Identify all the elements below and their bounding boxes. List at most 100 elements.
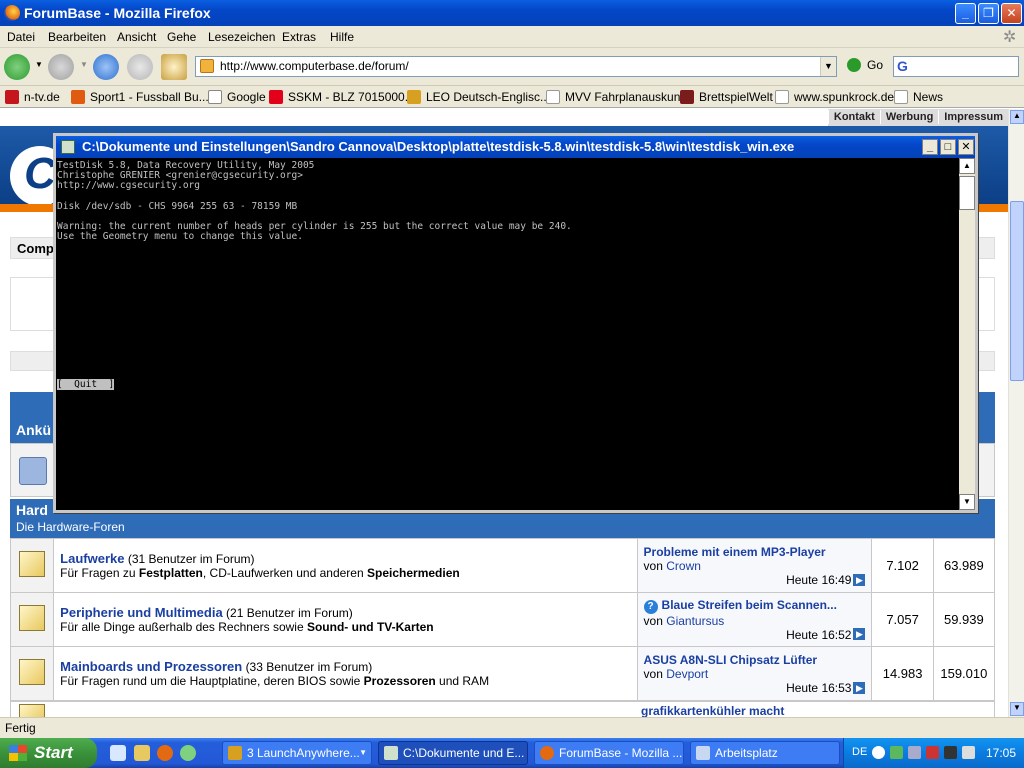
minimize-button[interactable]: _ [955, 3, 976, 24]
forum-name[interactable]: Mainboards und Prozessoren [60, 659, 242, 674]
menu-ansicht[interactable]: Ansicht [117, 30, 156, 44]
window-title: ForumBase - Mozilla Firefox [24, 5, 211, 21]
nav-werbung[interactable]: Werbung [879, 110, 938, 124]
bookmark-label: LEO Deutsch-Englisc... [426, 90, 551, 104]
menu-hilfe[interactable]: Hilfe [330, 30, 354, 44]
show-desktop-icon[interactable] [110, 745, 126, 761]
forum-desc-bold: Festplatten [138, 566, 203, 580]
last-post-author[interactable]: Crown [666, 559, 701, 573]
menu-extras[interactable]: Extras [282, 30, 316, 44]
back-icon[interactable] [4, 54, 30, 80]
quit-button[interactable]: [ Quit ] [57, 379, 115, 390]
bookmark-sport1[interactable]: Sport1 - Fussball Bu... [71, 90, 209, 104]
page-scrollbar[interactable]: ▲ ▼ [1008, 109, 1024, 717]
forward-icon[interactable] [48, 54, 74, 80]
task-launchanywhere[interactable]: 3 LaunchAnywhere... ▼ [222, 741, 372, 765]
goto-last-post-icon[interactable]: ▶ [853, 628, 866, 640]
console-scrollbar[interactable]: ▲ ▼ [959, 158, 975, 510]
nav-kontakt[interactable]: Kontakt [827, 110, 880, 124]
start-button[interactable]: Start [0, 738, 97, 768]
thread-count: 14.983 [871, 646, 934, 701]
go-label: Go [867, 58, 884, 72]
firefox-title-bar: ForumBase - Mozilla Firefox _ ❐ ✕ [0, 0, 1024, 26]
url-input[interactable]: http://www.computerbase.de/forum/ [195, 56, 837, 77]
forward-dropdown-icon[interactable]: ▼ [80, 60, 88, 69]
console-line: http://www.cgsecurity.org [57, 180, 200, 192]
last-post-title[interactable]: grafikkartenkühler macht [641, 704, 784, 717]
scroll-thumb[interactable] [959, 176, 975, 210]
console-window[interactable]: C:\Dokumente und Einstellungen\Sandro Ca… [53, 133, 978, 513]
task-console[interactable]: C:\Dokumente und E... [378, 741, 528, 765]
firefox-quicklaunch-icon[interactable] [157, 745, 173, 761]
bookmark-sskm[interactable]: SSKM - BLZ 7015000... [269, 90, 415, 104]
bookmark-leo[interactable]: LEO Deutsch-Englisc... [407, 90, 550, 104]
firefox-icon [4, 5, 20, 21]
last-post-author[interactable]: Giantursus [666, 614, 724, 628]
quicklaunch-icon[interactable] [134, 745, 150, 761]
system-tray: DE 17:05 [843, 738, 1024, 768]
go-button[interactable]: Go [847, 58, 883, 72]
tray-volume-icon[interactable] [962, 746, 975, 759]
last-post-author[interactable]: Devport [666, 667, 708, 681]
start-label: Start [34, 743, 73, 762]
tray-monitor-icon[interactable] [908, 746, 921, 759]
google-search-icon[interactable]: G [897, 58, 908, 74]
forum-icon-cell [9, 592, 55, 647]
quicklaunch-icon[interactable] [180, 745, 196, 761]
tray-chevron-icon[interactable] [872, 746, 885, 759]
bookmark-spunkrock[interactable]: www.spunkrock.de [775, 90, 894, 104]
search-input[interactable]: G [893, 56, 1019, 77]
menu-gehe[interactable]: Gehe [167, 30, 196, 44]
last-post-title[interactable]: Probleme mit einem MP3-Player [644, 545, 826, 559]
stop-icon[interactable] [127, 54, 153, 80]
tray-network-icon[interactable] [890, 746, 903, 759]
goto-last-post-icon[interactable]: ▶ [853, 682, 866, 694]
bookmark-brettspielwelt[interactable]: BrettspielWelt [680, 90, 773, 104]
back-dropdown-icon[interactable]: ▼ [35, 60, 43, 69]
menu-lesezeichen[interactable]: Lesezeichen [208, 30, 275, 44]
scroll-up-icon[interactable]: ▲ [959, 158, 975, 174]
forum-info-cell: Peripherie und Multimedia (21 Benutzer i… [53, 592, 638, 647]
breadcrumb-label[interactable]: Comp [17, 241, 54, 256]
scroll-down-icon[interactable]: ▼ [1010, 702, 1024, 716]
brettspielwelt-icon [680, 90, 694, 104]
restore-button[interactable]: ❐ [978, 3, 999, 24]
task-arbeitsplatz[interactable]: Arbeitsplatz [690, 741, 840, 765]
menu-bearbeiten[interactable]: Bearbeiten [48, 30, 106, 44]
tray-security-icon[interactable] [926, 746, 939, 759]
bookmark-ntv[interactable]: n-tv.de [5, 90, 60, 104]
bookmark-mvv[interactable]: MVV Fahrplanauskunft [546, 90, 687, 104]
clock[interactable]: 17:05 [986, 746, 1016, 760]
menu-datei[interactable]: Datei [7, 30, 35, 44]
forum-icon-cell [9, 646, 55, 701]
language-indicator[interactable]: DE [852, 746, 867, 758]
forum-desc-bold: Prozessoren [363, 674, 436, 688]
home-icon[interactable] [161, 54, 187, 80]
task-icon [228, 746, 242, 760]
scroll-up-icon[interactable]: ▲ [1010, 110, 1024, 124]
console-close-button[interactable]: ✕ [958, 139, 974, 155]
goto-last-post-icon[interactable]: ▶ [853, 574, 866, 586]
console-title-bar[interactable]: C:\Dokumente und Einstellungen\Sandro Ca… [56, 136, 975, 158]
last-post-title[interactable]: ASUS A8N-SLI Chipsatz Lüfter [644, 653, 818, 667]
task-firefox[interactable]: ForumBase - Mozilla ... [534, 741, 684, 765]
reload-icon[interactable] [93, 54, 119, 80]
scroll-thumb[interactable] [1010, 201, 1024, 381]
url-dropdown-icon[interactable]: ▼ [820, 57, 836, 76]
console-minimize-button[interactable]: _ [922, 139, 938, 155]
bookmark-google[interactable]: Google [208, 90, 266, 104]
forum-name[interactable]: Laufwerke [60, 551, 124, 566]
forum-name[interactable]: Peripherie und Multimedia [60, 605, 223, 620]
close-button[interactable]: ✕ [1001, 3, 1022, 24]
scroll-down-icon[interactable]: ▼ [959, 494, 975, 510]
sparkasse-icon [269, 90, 283, 104]
console-maximize-button[interactable]: □ [940, 139, 956, 155]
forum-desc: Für Fragen zu [60, 566, 139, 580]
nav-impressum[interactable]: Impressum [938, 110, 1008, 124]
section-title[interactable]: Hard [16, 502, 48, 518]
last-post-by-label: von [643, 558, 663, 573]
announcement-icon [19, 457, 47, 485]
bookmark-news[interactable]: News [894, 90, 943, 104]
last-post-title[interactable]: Blaue Streifen beim Scannen... [662, 598, 837, 612]
tray-gmx-icon[interactable] [944, 746, 957, 759]
